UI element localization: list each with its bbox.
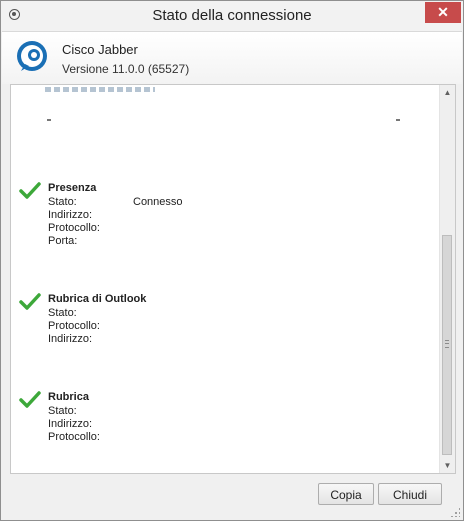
row-label: Porta:	[48, 235, 78, 247]
row-label: Protocollo:	[48, 431, 100, 443]
thumb-grip-icon	[445, 340, 449, 348]
section-title: Rubrica	[48, 391, 89, 403]
section-title: Presenza	[48, 182, 97, 194]
close-button[interactable]: Chiudi	[378, 483, 442, 505]
resize-grip-icon[interactable]	[450, 507, 460, 517]
row-label: Stato:	[48, 196, 77, 208]
connection-status-window: Stato della connessione ✕ Cisco Jabber V…	[0, 0, 464, 521]
jabber-logo-icon	[17, 41, 47, 71]
app-version: Versione 11.0.0 (65527)	[62, 62, 190, 76]
row-label: Protocollo:	[48, 320, 100, 332]
title-bar: Stato della connessione ✕	[1, 1, 463, 31]
scroll-up-arrow-icon[interactable]: ▲	[440, 85, 455, 100]
row-label: Indirizzo:	[48, 333, 93, 345]
section-title: Rubrica di Outlook	[48, 293, 147, 305]
faded-mark	[396, 119, 400, 121]
scroll-down-arrow-icon[interactable]: ▼	[440, 458, 455, 473]
status-content-panel: Presenza Stato: Connesso Indirizzo: Prot…	[10, 84, 456, 474]
status-list: Presenza Stato: Connesso Indirizzo: Prot…	[11, 85, 439, 473]
faded-mark	[47, 119, 51, 121]
row-label: Protocollo:	[48, 222, 100, 234]
close-window-button[interactable]: ✕	[425, 2, 461, 23]
copy-button[interactable]: Copia	[318, 483, 374, 505]
checkmark-icon	[19, 293, 41, 310]
row-value: Connesso	[133, 196, 183, 208]
clipped-previous-row	[45, 87, 155, 92]
window-title: Stato della connessione	[152, 7, 312, 24]
row-label: Indirizzo:	[48, 418, 93, 430]
scrollbar-thumb[interactable]	[442, 235, 452, 455]
checkmark-icon	[19, 391, 41, 408]
app-name: Cisco Jabber	[62, 42, 138, 57]
checkmark-icon	[19, 182, 41, 199]
row-label: Stato:	[48, 307, 77, 319]
vertical-scrollbar[interactable]: ▲ ▼	[439, 85, 455, 473]
row-label: Indirizzo:	[48, 209, 93, 221]
row-label: Stato:	[48, 405, 77, 417]
app-info-header: Cisco Jabber Versione 11.0.0 (65527)	[2, 31, 462, 84]
